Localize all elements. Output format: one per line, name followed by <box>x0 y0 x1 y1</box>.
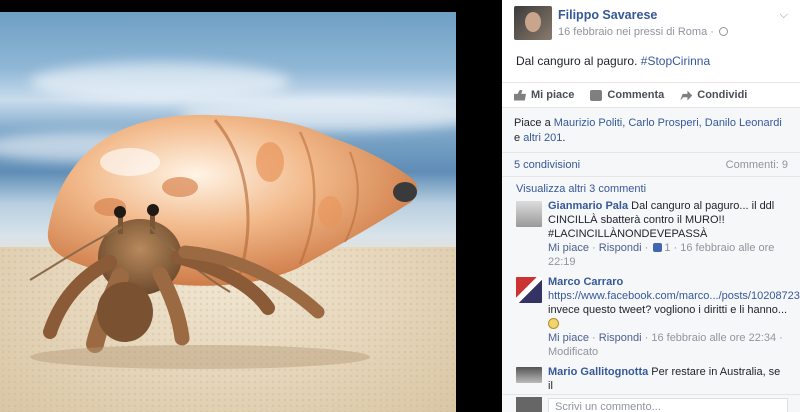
post-actions: Mi piace Commenta Condividi <box>502 82 800 108</box>
comment-composer <box>502 394 800 412</box>
likes-prefix: Piace a <box>514 117 551 129</box>
comment-time[interactable]: 16 febbraio alle ore 22:34 <box>651 332 776 344</box>
current-user-avatar <box>516 397 542 412</box>
commenter-name[interactable]: Gianmario Pala <box>548 200 628 212</box>
likes-and: e <box>514 132 521 144</box>
commenter-avatar[interactable] <box>516 277 542 303</box>
comments-count: Commenti: 9 <box>725 158 788 171</box>
post-side-panel: Filippo Savarese 16 febbraio nei pressi … <box>502 0 800 412</box>
thumbs-up-icon <box>514 89 526 101</box>
comment-edited[interactable]: Modificato <box>548 346 598 358</box>
commenter-name[interactable]: Marco Carraro <box>548 276 623 288</box>
like-label: Mi piace <box>531 89 575 101</box>
author-name[interactable]: Filippo Savarese <box>558 8 657 22</box>
comment-meta: Mi piace · Rispondi · 1 · 16 febbraio al… <box>548 242 775 268</box>
comment-reply-link[interactable]: Rispondi <box>599 332 642 344</box>
comment-url-link[interactable]: https://www.facebook.com/marco.../posts/… <box>548 290 800 302</box>
share-label: Condividi <box>697 89 748 101</box>
comment-like-link[interactable]: Mi piace <box>548 242 589 254</box>
like-button[interactable]: Mi piace <box>514 89 574 101</box>
comment-meta: Mi piace · Rispondi · 16 febbraio alle o… <box>548 332 783 358</box>
post-meta: 16 febbraio nei pressi di Roma · <box>558 26 728 38</box>
view-more-comments-link[interactable]: Visualizza altri 3 commenti <box>514 177 788 199</box>
hashtag-link[interactable]: #StopCirinna <box>641 54 710 68</box>
comment-button[interactable]: Commenta <box>590 89 664 101</box>
share-button[interactable]: Condividi <box>680 89 747 101</box>
author-avatar[interactable] <box>514 6 552 40</box>
commenter-avatar[interactable] <box>516 201 542 227</box>
post-stats: 5 condivisioni Commenti: 9 <box>502 153 800 177</box>
post-text: Dal canguro al paguro. #StopCirinna <box>502 50 800 82</box>
likes-end: . <box>562 132 566 144</box>
commenter-name[interactable]: Mario Gallitognotta <box>548 366 648 378</box>
comment-like-link[interactable]: Mi piace <box>548 332 589 344</box>
hermit-crab-illustration <box>29 114 418 369</box>
likers-names[interactable]: Maurizio Politi, Carlo Prosperi, Danilo … <box>554 117 782 129</box>
comment-item: Mario Gallitognotta Per restare in Austr… <box>514 365 788 393</box>
likers-others-link[interactable]: altri 201 <box>523 132 562 144</box>
comment-icon <box>590 89 603 101</box>
likes-summary: Piace a Maurizio Politi, Carlo Prosperi,… <box>502 108 800 153</box>
comment-text: invece questo tweet? vogliono i diritti … <box>548 304 788 316</box>
thumbs-up-icon <box>653 243 663 252</box>
photo-viewer <box>0 0 502 412</box>
comment-item: Marco Carraro https://www.facebook.com/m… <box>514 275 800 359</box>
commenter-avatar[interactable] <box>516 367 542 383</box>
comment-like-count[interactable]: 1 <box>664 242 670 254</box>
post-message: Dal canguro al paguro. <box>516 54 638 68</box>
post-photo[interactable] <box>0 12 456 412</box>
globe-icon <box>718 27 728 36</box>
chevron-down-icon[interactable]: ⌵ <box>780 9 788 22</box>
shares-count-link[interactable]: 5 condivisioni <box>514 159 580 171</box>
post-header: Filippo Savarese 16 febbraio nei pressi … <box>502 0 800 50</box>
comment-label: Commenta <box>607 89 665 101</box>
share-arrow-icon <box>680 90 693 101</box>
comment-item: Gianmario Pala Dal canguro al paguro... … <box>514 199 788 269</box>
comments-list: Visualizza altri 3 commenti Gianmario Pa… <box>502 177 800 411</box>
comment-input[interactable] <box>548 398 788 412</box>
comment-reply-link[interactable]: Rispondi <box>599 242 642 254</box>
emoji-icon <box>548 318 559 329</box>
post-timestamp-location[interactable]: 16 febbraio nei pressi di Roma · <box>558 26 714 38</box>
